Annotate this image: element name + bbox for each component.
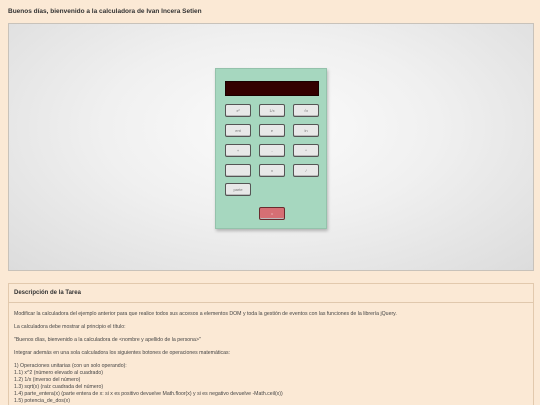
- list-intro: 1) Operaciones unitarias (con un solo op…: [14, 363, 127, 369]
- task-description: Descripción de la Tarea Modificar la cal…: [8, 283, 534, 405]
- list-item: 1.4) parte_entera(x) (parte entera de x:…: [14, 391, 283, 397]
- list-item: 1.1) x^2 (número elevado al cuadrado): [14, 370, 103, 376]
- multiply-button[interactable]: *: [293, 144, 319, 157]
- description-paragraph: La calculadora debe mostrar al principio…: [14, 324, 126, 330]
- description-title: Descripción de la Tarea: [14, 290, 81, 296]
- calculator-stage: x² 1/x √x ent e ln + - * x / parte =: [8, 23, 534, 271]
- integer-button[interactable]: parte: [225, 183, 251, 196]
- blank-button[interactable]: [225, 164, 251, 177]
- list-item: 1.2) 1/x (inverso del número): [14, 377, 81, 383]
- description-paragraph: "Buenos días, bienvenido a la calculador…: [14, 337, 201, 343]
- calculator: x² 1/x √x ent e ln + - * x / parte =: [215, 68, 327, 229]
- subtract-button[interactable]: -: [259, 144, 285, 157]
- equals-button[interactable]: =: [259, 207, 285, 220]
- e-button[interactable]: e: [259, 124, 285, 137]
- list-item: 1.5) potencia_de_dos(x): [14, 398, 70, 404]
- description-paragraph: Modificar la calculadora del ejemplo ant…: [14, 311, 397, 317]
- x-button[interactable]: x: [259, 164, 285, 177]
- list-item: 1.3) sqrt(x) (raíz cuadrada del número): [14, 384, 104, 390]
- ln-button[interactable]: ln: [293, 124, 319, 137]
- divider: [9, 302, 533, 303]
- integer-part-button[interactable]: ent: [225, 124, 251, 137]
- description-paragraph: Integrar además en una sola calculadora …: [14, 350, 230, 356]
- page-title: Buenos días, bienvenido a la calculadora…: [8, 8, 202, 15]
- inverse-button[interactable]: 1/x: [259, 104, 285, 117]
- divide-button[interactable]: /: [293, 164, 319, 177]
- square-button[interactable]: x²: [225, 104, 251, 117]
- sqrt-button[interactable]: √x: [293, 104, 319, 117]
- add-button[interactable]: +: [225, 144, 251, 157]
- calculator-display: [225, 81, 319, 96]
